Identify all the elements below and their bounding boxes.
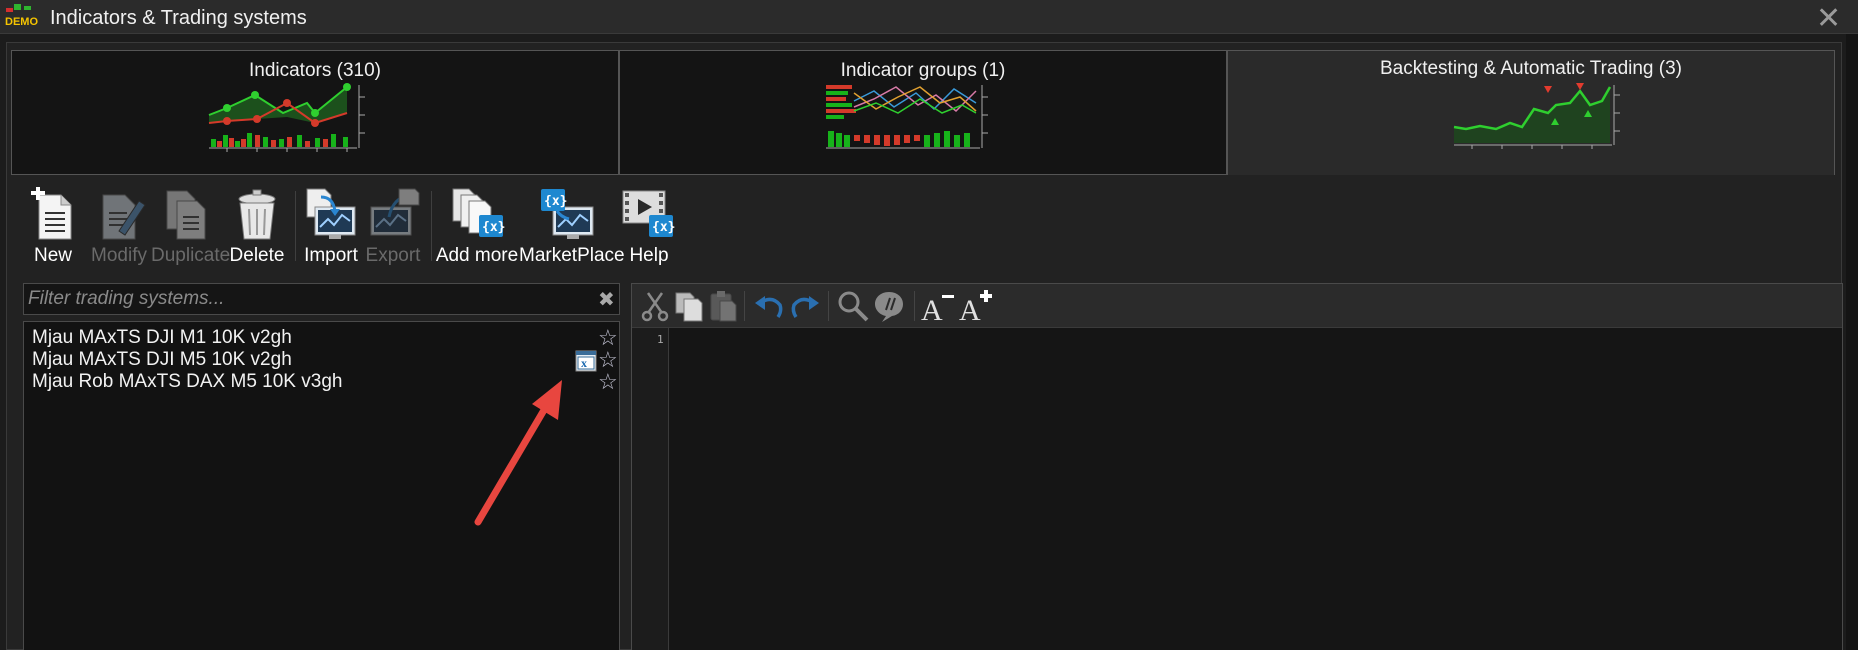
system-name: Mjau Rob MAxTS DAX M5 10K v3gh	[32, 371, 343, 392]
modify-button[interactable]: Modify	[89, 183, 149, 271]
delete-button[interactable]: Delete	[225, 183, 289, 271]
duplicate-button[interactable]: Duplicate	[151, 183, 231, 271]
editor-toolbar-separator	[914, 291, 915, 321]
tab-indicators[interactable]: Indicators (310)	[11, 50, 619, 175]
undo-icon[interactable]	[752, 289, 786, 323]
export-button[interactable]: Export	[361, 183, 425, 271]
title-bar: DEMO Indicators & Trading systems ✕	[0, 0, 1858, 36]
svg-text:{x}: {x}	[482, 220, 505, 235]
indicator-groups-chart-icon	[826, 85, 988, 149]
filter-input[interactable]	[24, 284, 584, 314]
modify-icon	[102, 194, 146, 240]
help-button[interactable]: {x} Help	[617, 183, 681, 271]
import-icon	[306, 188, 356, 239]
add-more-button[interactable]: {x} Add more	[435, 183, 519, 271]
line-number-gutter: 1	[632, 328, 669, 650]
export-label: Export	[365, 245, 421, 266]
tab-indicator-groups[interactable]: Indicator groups (1)	[619, 50, 1227, 175]
indicators-chart-icon	[208, 83, 365, 152]
help-video-icon: {x}	[622, 190, 675, 237]
clear-filter-icon[interactable]: ✖	[598, 287, 615, 312]
marketplace-button[interactable]: {x} MarketPlace	[519, 183, 625, 271]
toolbar-separator	[295, 191, 296, 261]
system-name: Mjau MAxTS DJI M1 10K v2gh	[32, 327, 292, 348]
tab-indicators-label: Indicators (310)	[248, 60, 381, 81]
redo-icon[interactable]	[788, 289, 822, 323]
delete-label: Delete	[229, 245, 285, 266]
editor-toolbar-separator	[744, 291, 745, 321]
system-name: Mjau MAxTS DJI M5 10K v2gh	[32, 349, 292, 370]
trading-systems-list: Mjau MAxTS DJI M1 10K v2gh ☆ Mjau MAxTS …	[23, 321, 620, 650]
tab-bar: Indicators (310) Indicator groups (1) Ba…	[11, 50, 1835, 175]
line-number: 1	[657, 333, 664, 346]
code-editor-icon[interactable]: x	[575, 350, 597, 372]
backtesting-chart-icon	[1453, 83, 1620, 149]
marketplace-icon: {x}	[541, 189, 594, 239]
svg-text:A: A	[959, 294, 981, 323]
editor-toolbar: A A	[632, 284, 1842, 328]
comment-icon[interactable]	[872, 289, 906, 323]
duplicate-icon	[166, 190, 206, 240]
toolbar-separator	[431, 191, 432, 261]
svg-text:A: A	[921, 294, 943, 323]
search-icon[interactable]	[836, 289, 870, 323]
add-more-label: Add more	[435, 245, 519, 266]
trash-icon	[238, 189, 276, 240]
duplicate-label: Duplicate	[151, 245, 231, 266]
copy-icon[interactable]	[672, 289, 706, 323]
marketplace-label: MarketPlace	[519, 245, 625, 266]
svg-text:{x}: {x}	[652, 220, 675, 235]
import-button[interactable]: Import	[299, 183, 363, 271]
new-button[interactable]: New	[23, 183, 83, 271]
svg-text:{x}: {x}	[544, 194, 567, 209]
svg-text:x: x	[581, 356, 587, 370]
paste-icon[interactable]	[706, 289, 740, 323]
filter-box: ✖	[23, 283, 620, 315]
indicators-dialog: Indicators (310) Indicator groups (1) Ba…	[6, 42, 1843, 650]
window-title: Indicators & Trading systems	[50, 7, 307, 29]
modify-label: Modify	[91, 245, 147, 266]
import-label: Import	[304, 245, 358, 266]
decrease-font-icon[interactable]: A	[920, 289, 956, 323]
demo-logo: DEMO	[5, 4, 38, 28]
export-icon	[370, 188, 420, 236]
add-more-icon: {x}	[452, 188, 505, 237]
help-label: Help	[629, 245, 669, 266]
favorite-star-icon[interactable]: ☆	[598, 369, 618, 395]
list-item[interactable]: Mjau Rob MAxTS DAX M5 10K v3gh ☆	[24, 369, 619, 396]
close-icon[interactable]: ✕	[1816, 1, 1841, 36]
code-editor: A A 1	[631, 283, 1843, 650]
tab-indicator-groups-label: Indicator groups (1)	[840, 60, 1006, 81]
tab-backtesting-label: Backtesting & Automatic Trading (3)	[1379, 58, 1683, 79]
editor-toolbar-separator	[828, 291, 829, 321]
tab-backtesting[interactable]: Backtesting & Automatic Trading (3)	[1227, 50, 1835, 175]
background-chart-edge	[1846, 34, 1858, 650]
cut-icon[interactable]	[638, 289, 672, 323]
toolbar: New Modify Duplicate Delete Import Expor…	[23, 183, 823, 271]
svg-text:DEMO: DEMO	[5, 16, 38, 28]
new-document-icon	[31, 187, 72, 240]
increase-font-icon[interactable]: A	[958, 289, 994, 323]
new-label: New	[33, 245, 72, 266]
